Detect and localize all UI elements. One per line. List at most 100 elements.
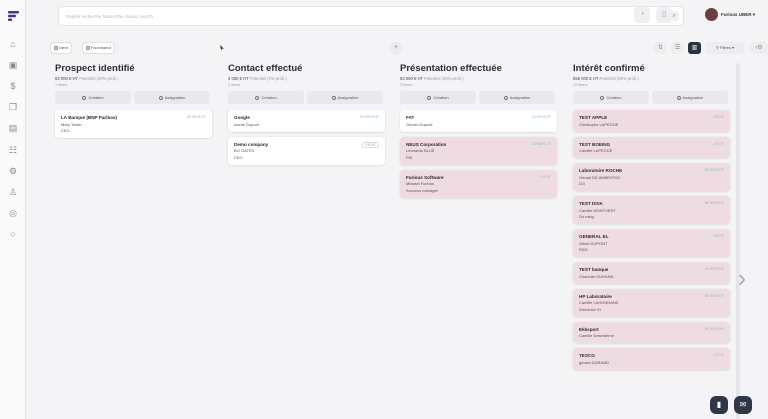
dollar-icon[interactable]: $ [8,81,18,91]
calendar-icon[interactable]: ▣ [8,60,18,70]
contacts-icon[interactable]: ☷ [8,145,18,155]
card-amount: 20 000 € HT [359,115,379,119]
card-amount: 0 € HT [713,141,724,146]
deal-card[interactable]: TEST banque Charlotte DURAND 40 000 € HT [573,262,730,284]
creation-button[interactable]: Création [400,91,476,104]
deal-card[interactable]: FAT Gérard Dupont 10 000 € HT [400,110,557,132]
card-company: TESCO [579,353,595,358]
column-title: Contact effectué [228,63,303,74]
column-amount-sub: Potentiel (40% prob.) [424,76,464,81]
deal-card[interactable]: TEST APPLE Christophe LAPEGUE 0 € HT [573,110,730,132]
card-contact: Christophe LAPEGUE [579,121,619,127]
deal-card[interactable]: Ekksport Camille Desesterne 60 000 € HT [573,321,730,343]
assignation-label: Assignation [682,95,704,100]
card-company: HP Laboratoire [579,293,612,299]
sort-view-button[interactable]: ⇅ [654,42,667,54]
search-placeholder: Rapide recherche fastest the classic sea… [66,14,154,19]
card-amount: 80 000 € HT [704,201,724,205]
card-company: TEST BOEING [579,141,611,147]
assignation-button[interactable]: Assignation [652,91,728,104]
card-amount: 3 € HT [540,174,551,179]
search-input[interactable]: Rapide recherche fastest the classic sea… [58,6,684,26]
deal-card[interactable]: TESCO gérard DURAND 0 € HT [573,348,730,370]
deal-card[interactable]: Laboratoire ROCHE Gérald DE AMBROSIO DG … [573,163,730,191]
help-icon[interactable]: ○ [8,229,18,239]
chat-button[interactable]: ✉ [734,396,752,414]
column-amount-sub: Potentiel (60% prob.) [599,76,639,81]
card-amount: 60 000 € HT [704,326,724,331]
notifications-button[interactable]: ◔ [634,7,650,23]
globe-icon[interactable]: ◎ [8,208,18,218]
card-role: CEO [61,128,70,133]
bookmark-button[interactable]: ▮ [710,396,728,414]
deal-card[interactable]: Google Axelle Dupont 20 000 € HT [228,110,385,132]
card-role: Success manager [406,187,439,193]
card-company: NEUS Corporation [406,141,447,147]
avatar[interactable] [705,8,718,21]
card-contact: Albert DUPONT [579,240,608,246]
assignation-icon [158,95,163,100]
card-company: LA Banque (BNP Paribas) [61,115,117,120]
card-list: LA Banque (BNP Paribas) Mary Tester CEO … [55,110,212,138]
deal-card[interactable]: GENERAL EL Albert DUPONT PDG 0 € HT [573,229,730,257]
card-amount: 30 000 € HT [704,293,724,298]
creation-button[interactable]: Création [55,91,131,104]
card-contact: BO GATES [234,148,255,153]
card-list: Google Axelle Dupont 20 000 € HT Demo co… [228,110,385,165]
card-contact: Léonardo BLUE [406,148,435,153]
filters-button[interactable]: ⚲ Filtres ▾ [706,42,744,54]
card-amount: 10 000 € HT [531,115,551,119]
deal-card[interactable]: TEST BOEING Camille LAPEGUE 0 € HT [573,136,730,158]
username[interactable]: Furious UBER ▾ [721,12,755,18]
assignation-icon [331,95,336,100]
app-logo [8,11,19,21]
scroll-right-icon[interactable]: › [738,263,746,295]
assignation-button[interactable]: Assignation [479,91,555,104]
user-icon[interactable]: ♙ [8,187,18,197]
card-contact: Camille LAPEGUE [579,148,613,153]
board-toolbar: client Fournisseur + ⇅ ☰ ▥ ⚲ Filtres ▾ ‹… [26,33,768,63]
deal-card[interactable]: Demo company BO GATES CEO 0 € HT [228,136,385,165]
assignation-label: Assignation [509,95,531,100]
assignation-button[interactable]: Assignation [307,91,383,104]
assignation-label: Assignation [164,95,186,100]
deal-card[interactable]: NEUS Corporation Léonardo BLUE PM 20 000… [400,136,557,165]
kanban-column: Présentation effectuée 53 000 € HT Potent… [400,63,557,203]
home-icon[interactable]: ⌂ [8,39,18,49]
card-contact: Charlotte DURAND [579,273,614,279]
card-contact: Axelle Dupont [234,121,259,127]
card-role: Dir mktg [579,214,594,219]
top-bar: Rapide recherche fastest the classic sea… [26,0,768,33]
deal-card[interactable]: LA Banque (BNP Paribas) Mary Tester CEO … [55,110,212,138]
supplier-filter-pill[interactable]: Fournisseur [82,42,116,54]
kanban-view-button[interactable]: ▥ [688,42,701,54]
deal-card[interactable]: TEST DIVA Camille MONTVERT Dir mktg 80 0… [573,196,730,224]
client-filter-pill[interactable]: client [50,42,72,54]
kanban-column: Intérêt confirmé 556 000 € HT Potentiel (… [573,63,730,375]
settings-toggle-button[interactable]: ‹⚙ [750,42,768,54]
list-view-button[interactable]: ☰ [671,42,684,54]
card-company: Google [234,115,250,120]
documents-button[interactable]: ▯ [656,7,672,23]
deal-card[interactable]: HP Laboratoire Camille LAHONNAND Directr… [573,288,730,317]
creation-label: Création [261,95,277,100]
assignation-icon [676,95,681,100]
supplier-pill-label: Fournisseur [91,46,112,50]
deal-card[interactable]: Furious Software Mickael Furious Success… [400,169,557,198]
cards-icon[interactable]: ❐ [8,102,18,112]
column-amount-value: 2 000 € HT [228,76,249,81]
assignation-label: Assignation [337,95,359,100]
card-list: FAT Gérard Dupont 10 000 € HT NEUS Corpo… [400,110,557,198]
creation-button[interactable]: Création [228,91,304,104]
invoice-icon[interactable]: ▤ [8,123,18,133]
assignation-button[interactable]: Assignation [134,91,210,104]
card-company: Ekksport [579,326,599,332]
card-role: Directrice SI [579,306,601,312]
settings-icon[interactable]: ⚙ [8,166,18,176]
creation-button[interactable]: Création [573,91,649,104]
column-count: 2 items [228,83,241,87]
column-title: Présentation effectuée [400,63,502,74]
card-amount: 40 000 € HT [704,267,724,271]
add-column-button[interactable]: + [390,42,402,54]
board-scrollbar[interactable] [736,63,740,419]
